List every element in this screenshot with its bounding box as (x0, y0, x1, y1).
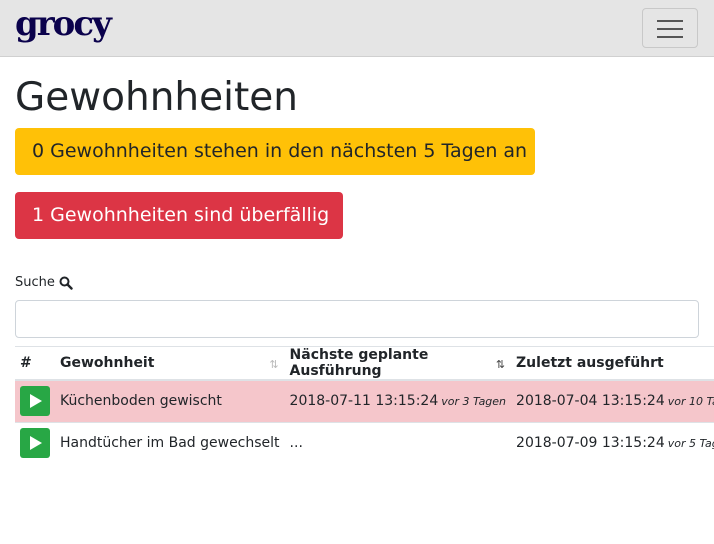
last-execution: 2018-07-04 13:15:24vor 10 Tagen (511, 379, 714, 422)
search-label-text: Suche (15, 275, 55, 290)
navbar-toggle-button[interactable] (642, 8, 698, 48)
habit-name: Küchenboden gewischt (55, 379, 285, 422)
table-row: Küchenboden gewischt 2018-07-11 13:15:24… (15, 379, 714, 422)
search-icon (59, 276, 73, 290)
table-header-row: # Gewohnheit ⇅ Nächste geplante Ausführun… (15, 346, 714, 381)
next-execution: ... (284, 421, 512, 464)
column-header-name[interactable]: Gewohnheit ⇅ (55, 346, 285, 381)
search-input[interactable] (15, 300, 699, 338)
due-soon-alert-button[interactable]: 0 Gewohnheiten stehen in den nächsten 5 … (15, 128, 535, 175)
track-execution-button-play-icon[interactable] (20, 428, 50, 459)
hamburger-menu-icon (657, 20, 683, 22)
column-header-hash: # (15, 346, 55, 381)
search-label: Suche (15, 274, 73, 292)
column-header-next-execution[interactable]: Nächste geplante Ausführung ⇅ (284, 346, 512, 381)
last-execution: 2018-07-09 13:15:24vor 5 Tagen (511, 421, 714, 464)
column-header-last-execution[interactable]: Zuletzt ausgeführt⇅ (511, 346, 714, 381)
next-execution-relative: vor 3 Tagen (441, 395, 507, 409)
brand-logo[interactable]: grocy (15, 4, 112, 44)
page-title: Gewohnheiten (15, 75, 298, 120)
habits-table: # Gewohnheit ⇅ Nächste geplante Ausführun… (15, 346, 714, 464)
overdue-alert-button[interactable]: 1 Gewohnheiten sind überfällig (15, 192, 343, 239)
track-execution-button-play-icon[interactable] (20, 386, 50, 417)
last-execution-relative: vor 5 Tagen (667, 437, 714, 451)
table-row: Handtücher im Bad gewechselt ... 2018-07… (15, 421, 714, 464)
navbar: grocy (0, 0, 714, 57)
sort-descending-icon: ⇅ (495, 358, 506, 371)
habit-name: Handtücher im Bad gewechselt (55, 421, 285, 464)
last-execution-relative: vor 10 Tagen (667, 395, 714, 409)
next-execution: 2018-07-11 13:15:24 vor 3 Tagen (284, 379, 512, 422)
sort-icon: ⇅ (269, 358, 279, 371)
